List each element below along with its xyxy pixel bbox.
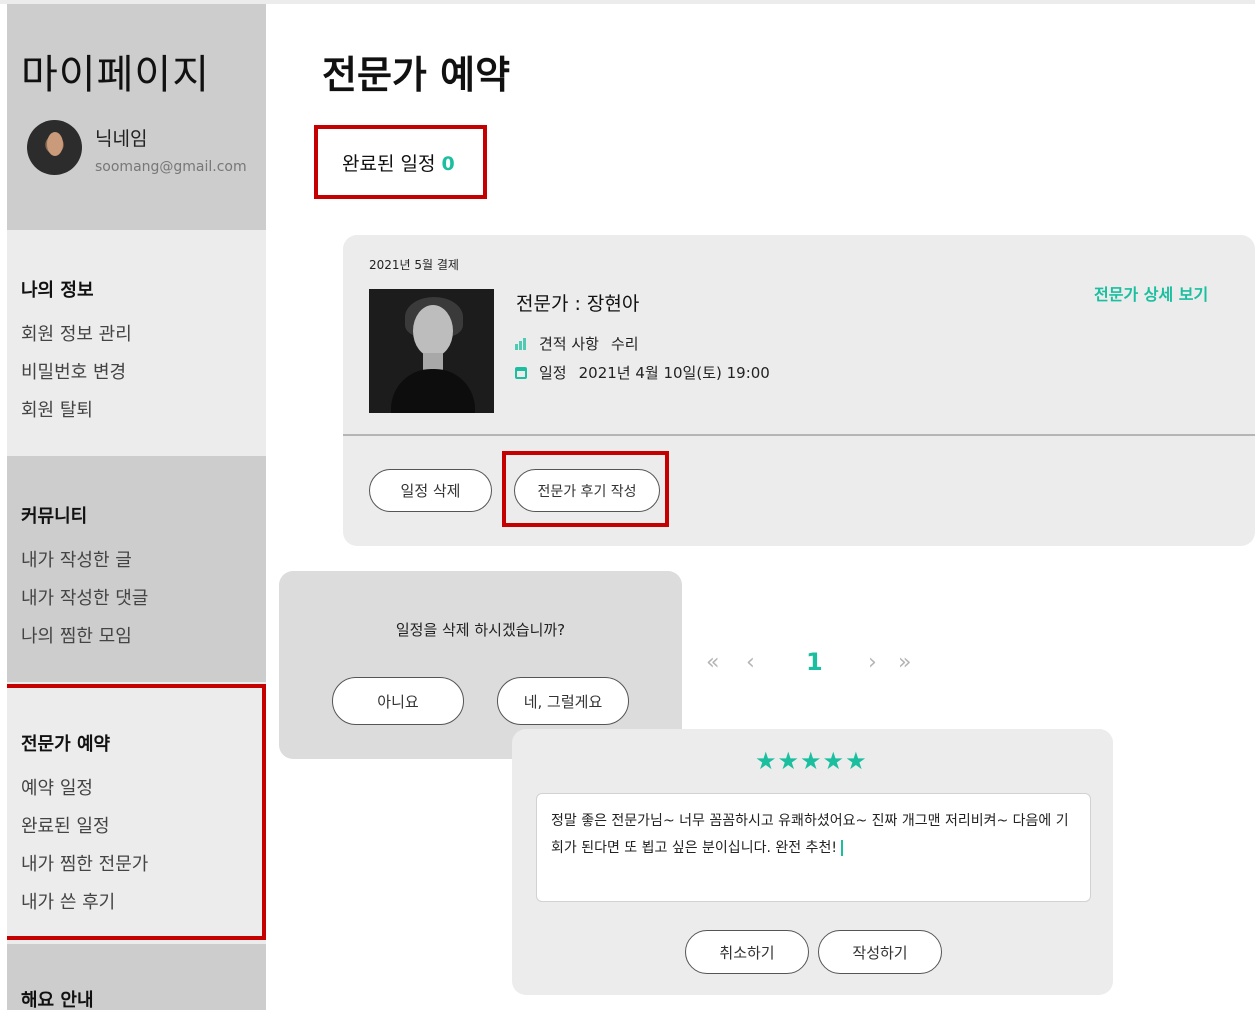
schedule-label: 일정	[539, 364, 567, 382]
calendar-icon	[515, 366, 527, 379]
page-number-current[interactable]: 1	[806, 648, 823, 676]
sidebar-item-my-reviews[interactable]: 내가 쓴 후기	[21, 888, 115, 914]
estimate-value: 수리	[610, 335, 639, 353]
completed-label-text: 완료된 일정	[342, 153, 436, 175]
booking-card: 2021년 5월 결제 전문가 : 장현아 전문가 상세 보기 견적 사항 수리…	[343, 235, 1255, 546]
sidebar-group-community: 커뮤니티 내가 작성한 글 내가 작성한 댓글 나의 찜한 모임	[7, 456, 266, 682]
expert-photo	[369, 289, 494, 413]
review-button-highlight-box	[502, 451, 669, 527]
page-title: 전문가 예약	[322, 53, 511, 97]
sidebar-item-withdraw[interactable]: 회원 탈퇴	[21, 396, 93, 422]
profile-section: 마이페이지 닉네임 soomang@gmail.com	[7, 4, 266, 230]
sidebar-heading-guide[interactable]: 해요 안내	[21, 986, 94, 1010]
card-divider	[343, 434, 1255, 436]
expert-name: 전문가 : 장현아	[516, 293, 640, 315]
review-textarea[interactable]: 정말 좋은 전문가님~ 너무 꼼꼼하시고 유쾌하셨어요~ 진짜 개그맨 저리비켜…	[536, 793, 1091, 902]
sidebar-item-booking-schedule[interactable]: 예약 일정	[21, 774, 93, 800]
sidebar-group-expert-booking: 전문가 예약 예약 일정 완료된 일정 내가 찜한 전문가 내가 쓴 후기	[7, 684, 266, 940]
profile-email: soomang@gmail.com	[95, 159, 247, 175]
completed-count: 0	[441, 153, 455, 175]
dialog-no-button[interactable]: 아니요	[332, 677, 464, 725]
sidebar-heading-expert-booking: 전문가 예약	[21, 734, 111, 755]
estimate-label: 견적 사항	[539, 335, 599, 353]
sidebar-item-my-comments[interactable]: 내가 작성한 댓글	[21, 584, 148, 610]
schedule-row: 일정 2021년 4월 10일(토) 19:00	[515, 362, 770, 383]
sidebar-item-member-info[interactable]: 회원 정보 관리	[21, 320, 132, 346]
review-submit-button[interactable]: 작성하기	[818, 930, 942, 974]
profile-nickname: 닉네임	[95, 128, 148, 150]
next-page-icon[interactable]: ›	[868, 650, 877, 675]
sidebar-item-completed-schedule[interactable]: 완료된 일정	[21, 812, 110, 838]
star-rating[interactable]: ★★★★★	[755, 747, 868, 775]
sidebar-item-my-posts[interactable]: 내가 작성한 글	[21, 546, 132, 572]
first-page-icon[interactable]: «	[706, 650, 719, 675]
sidebar-group-guide: 해요 안내	[7, 944, 266, 1010]
sidebar: 마이페이지 닉네임 soomang@gmail.com 나의 정보 회원 정보 …	[7, 4, 266, 1010]
prev-page-icon[interactable]: ‹	[746, 650, 755, 675]
schedule-value: 2021년 4월 10일(토) 19:00	[578, 364, 770, 382]
payment-date: 2021년 5월 결제	[369, 258, 459, 272]
expert-detail-link[interactable]: 전문가 상세 보기	[1094, 281, 1208, 305]
review-cancel-button[interactable]: 취소하기	[685, 930, 809, 974]
sidebar-item-favorite-experts[interactable]: 내가 찜한 전문가	[21, 850, 148, 876]
sidebar-item-my-favorite-groups[interactable]: 나의 찜한 모임	[21, 622, 132, 648]
sidebar-heading-my-info: 나의 정보	[21, 280, 94, 301]
sidebar-title: 마이페이지	[21, 52, 210, 98]
sidebar-heading-community: 커뮤니티	[21, 506, 88, 527]
last-page-icon[interactable]: »	[898, 650, 911, 675]
text-cursor-icon	[840, 840, 843, 856]
delete-schedule-button[interactable]: 일정 삭제	[369, 469, 492, 512]
dialog-message: 일정을 삭제 하시겠습니까?	[395, 621, 566, 639]
sidebar-group-my-info: 나의 정보 회원 정보 관리 비밀번호 변경 회원 탈퇴	[7, 230, 266, 456]
estimate-icon	[515, 337, 527, 350]
completed-schedule-label: 완료된 일정 0	[342, 149, 455, 176]
sidebar-item-change-password[interactable]: 비밀번호 변경	[21, 358, 126, 384]
pagination: « ‹ 1 › »	[706, 648, 936, 682]
dialog-yes-button[interactable]: 네, 그럴게요	[497, 677, 629, 725]
estimate-row: 견적 사항 수리	[515, 333, 639, 354]
review-text-content: 정말 좋은 전문가님~ 너무 꼼꼼하시고 유쾌하셨어요~ 진짜 개그맨 저리비켜…	[551, 813, 1069, 856]
avatar[interactable]	[27, 120, 82, 175]
